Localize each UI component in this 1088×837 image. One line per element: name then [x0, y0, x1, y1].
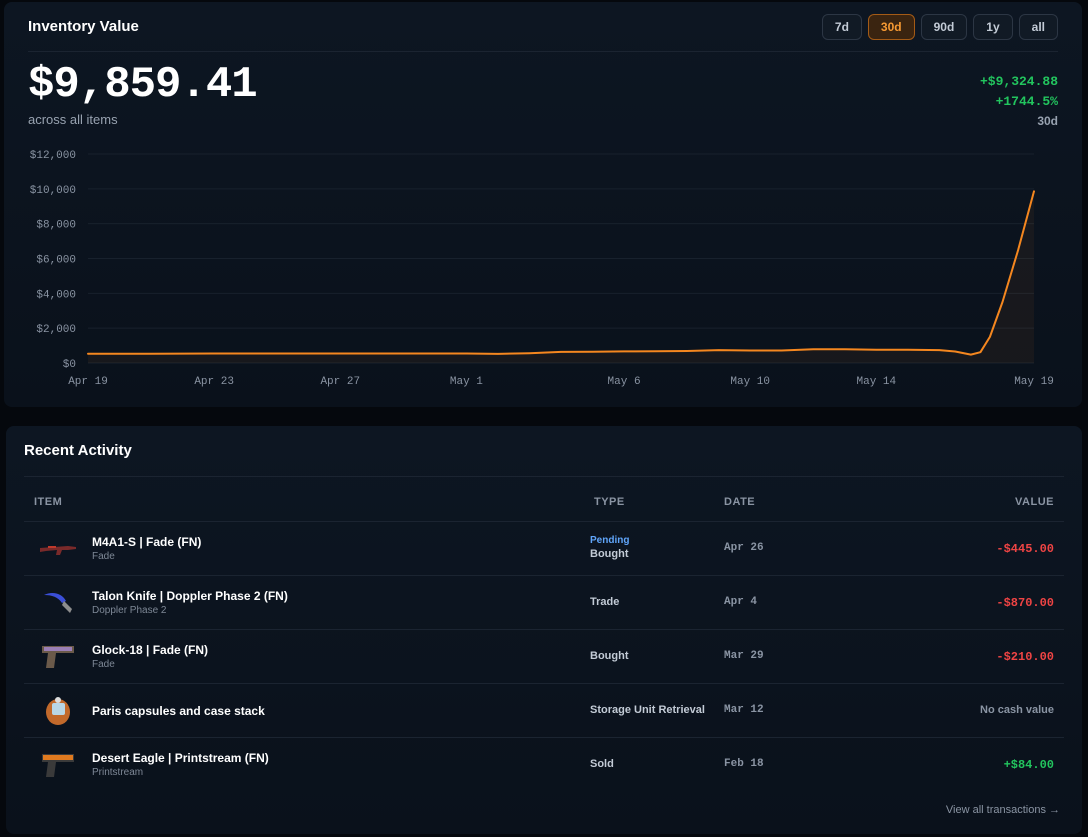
- table-row[interactable]: Paris capsules and case stack Storage Un…: [24, 683, 1064, 737]
- transaction-type: Sold: [590, 758, 614, 770]
- inventory-value-chart[interactable]: $12,000 $10,000 $8,000 $6,000 $4,000 $2,000 $0…: [4, 2, 1082, 407]
- item-subtitle: Fade: [92, 551, 115, 562]
- inventory-value-card: Inventory Value 7d 30d 90d 1y all $9,859…: [4, 2, 1082, 407]
- y-tick-label: $4,000: [36, 289, 76, 301]
- capsule-icon: [38, 694, 78, 728]
- x-tick-label: May 19: [1014, 376, 1054, 388]
- transaction-date: Apr 4: [724, 596, 758, 608]
- activity-title: Recent Activity: [24, 442, 132, 459]
- series-area: [88, 191, 1034, 363]
- table-row[interactable]: Talon Knife | Doppler Phase 2 (FN) Doppl…: [24, 575, 1064, 629]
- recent-activity-card: Recent Activity ITEM TYPE DATE VALUE M4A…: [6, 426, 1082, 834]
- item-subtitle: Fade: [92, 659, 115, 670]
- transaction-type: Storage Unit Retrieval: [590, 704, 705, 716]
- x-tick-label: May 10: [730, 376, 770, 388]
- transaction-value: No cash value: [980, 704, 1054, 716]
- transaction-value: -$870.00: [996, 596, 1054, 610]
- transaction-value: -$210.00: [996, 650, 1054, 664]
- activity-divider: [24, 476, 1064, 477]
- knife-icon: [38, 586, 78, 620]
- table-row[interactable]: M4A1-S | Fade (FN) Fade Pending Bought A…: [24, 521, 1064, 575]
- x-tick-label: Apr 27: [320, 376, 360, 388]
- item-name[interactable]: Talon Knife | Doppler Phase 2 (FN): [92, 589, 288, 603]
- transaction-date: Feb 18: [724, 758, 764, 770]
- x-tick-label: May 1: [450, 376, 483, 388]
- y-tick-label: $12,000: [30, 150, 76, 162]
- transaction-date: Apr 26: [724, 542, 764, 554]
- col-header-type: TYPE: [594, 496, 625, 508]
- y-tick-label: $8,000: [36, 220, 76, 232]
- x-tick-label: Apr 19: [68, 376, 108, 388]
- table-row[interactable]: Glock-18 | Fade (FN) Fade Bought Mar 29 …: [24, 629, 1064, 683]
- rifle-icon: [38, 532, 78, 566]
- series-line: [87, 190, 1035, 356]
- transaction-value: -$445.00: [996, 542, 1054, 556]
- item-subtitle: Doppler Phase 2: [92, 605, 167, 616]
- item-name[interactable]: M4A1-S | Fade (FN): [92, 535, 201, 549]
- y-tick-label: $10,000: [30, 185, 76, 197]
- col-header-date: DATE: [724, 496, 756, 508]
- x-tick-label: May 6: [608, 376, 641, 388]
- transaction-type: Bought: [590, 650, 629, 662]
- pending-badge: Pending: [590, 535, 630, 546]
- y-tick-label: $6,000: [36, 255, 76, 267]
- pistol-icon: [38, 640, 78, 674]
- item-subtitle: Printstream: [92, 767, 144, 778]
- x-tick-label: Apr 23: [194, 376, 234, 388]
- deagle-icon: [38, 748, 78, 782]
- table-header: ITEM TYPE DATE VALUE: [24, 496, 1064, 520]
- transaction-type: Trade: [590, 596, 620, 608]
- item-name[interactable]: Glock-18 | Fade (FN): [92, 643, 208, 657]
- transaction-date: Mar 12: [724, 704, 764, 716]
- table-row[interactable]: Desert Eagle | Printstream (FN) Printstr…: [24, 737, 1064, 791]
- item-name[interactable]: Desert Eagle | Printstream (FN): [92, 751, 269, 765]
- transaction-value: +$84.00: [1003, 758, 1054, 772]
- transaction-date: Mar 29: [724, 650, 764, 662]
- y-tick-label: $0: [63, 359, 76, 371]
- transaction-type: Bought: [590, 548, 629, 560]
- col-header-item: ITEM: [34, 496, 63, 508]
- view-all-transactions-link[interactable]: View all transactions →: [946, 804, 1060, 816]
- col-header-value: VALUE: [1015, 496, 1054, 508]
- y-tick-label: $2,000: [36, 324, 76, 336]
- item-name[interactable]: Paris capsules and case stack: [92, 704, 265, 718]
- x-tick-label: May 14: [857, 376, 897, 388]
